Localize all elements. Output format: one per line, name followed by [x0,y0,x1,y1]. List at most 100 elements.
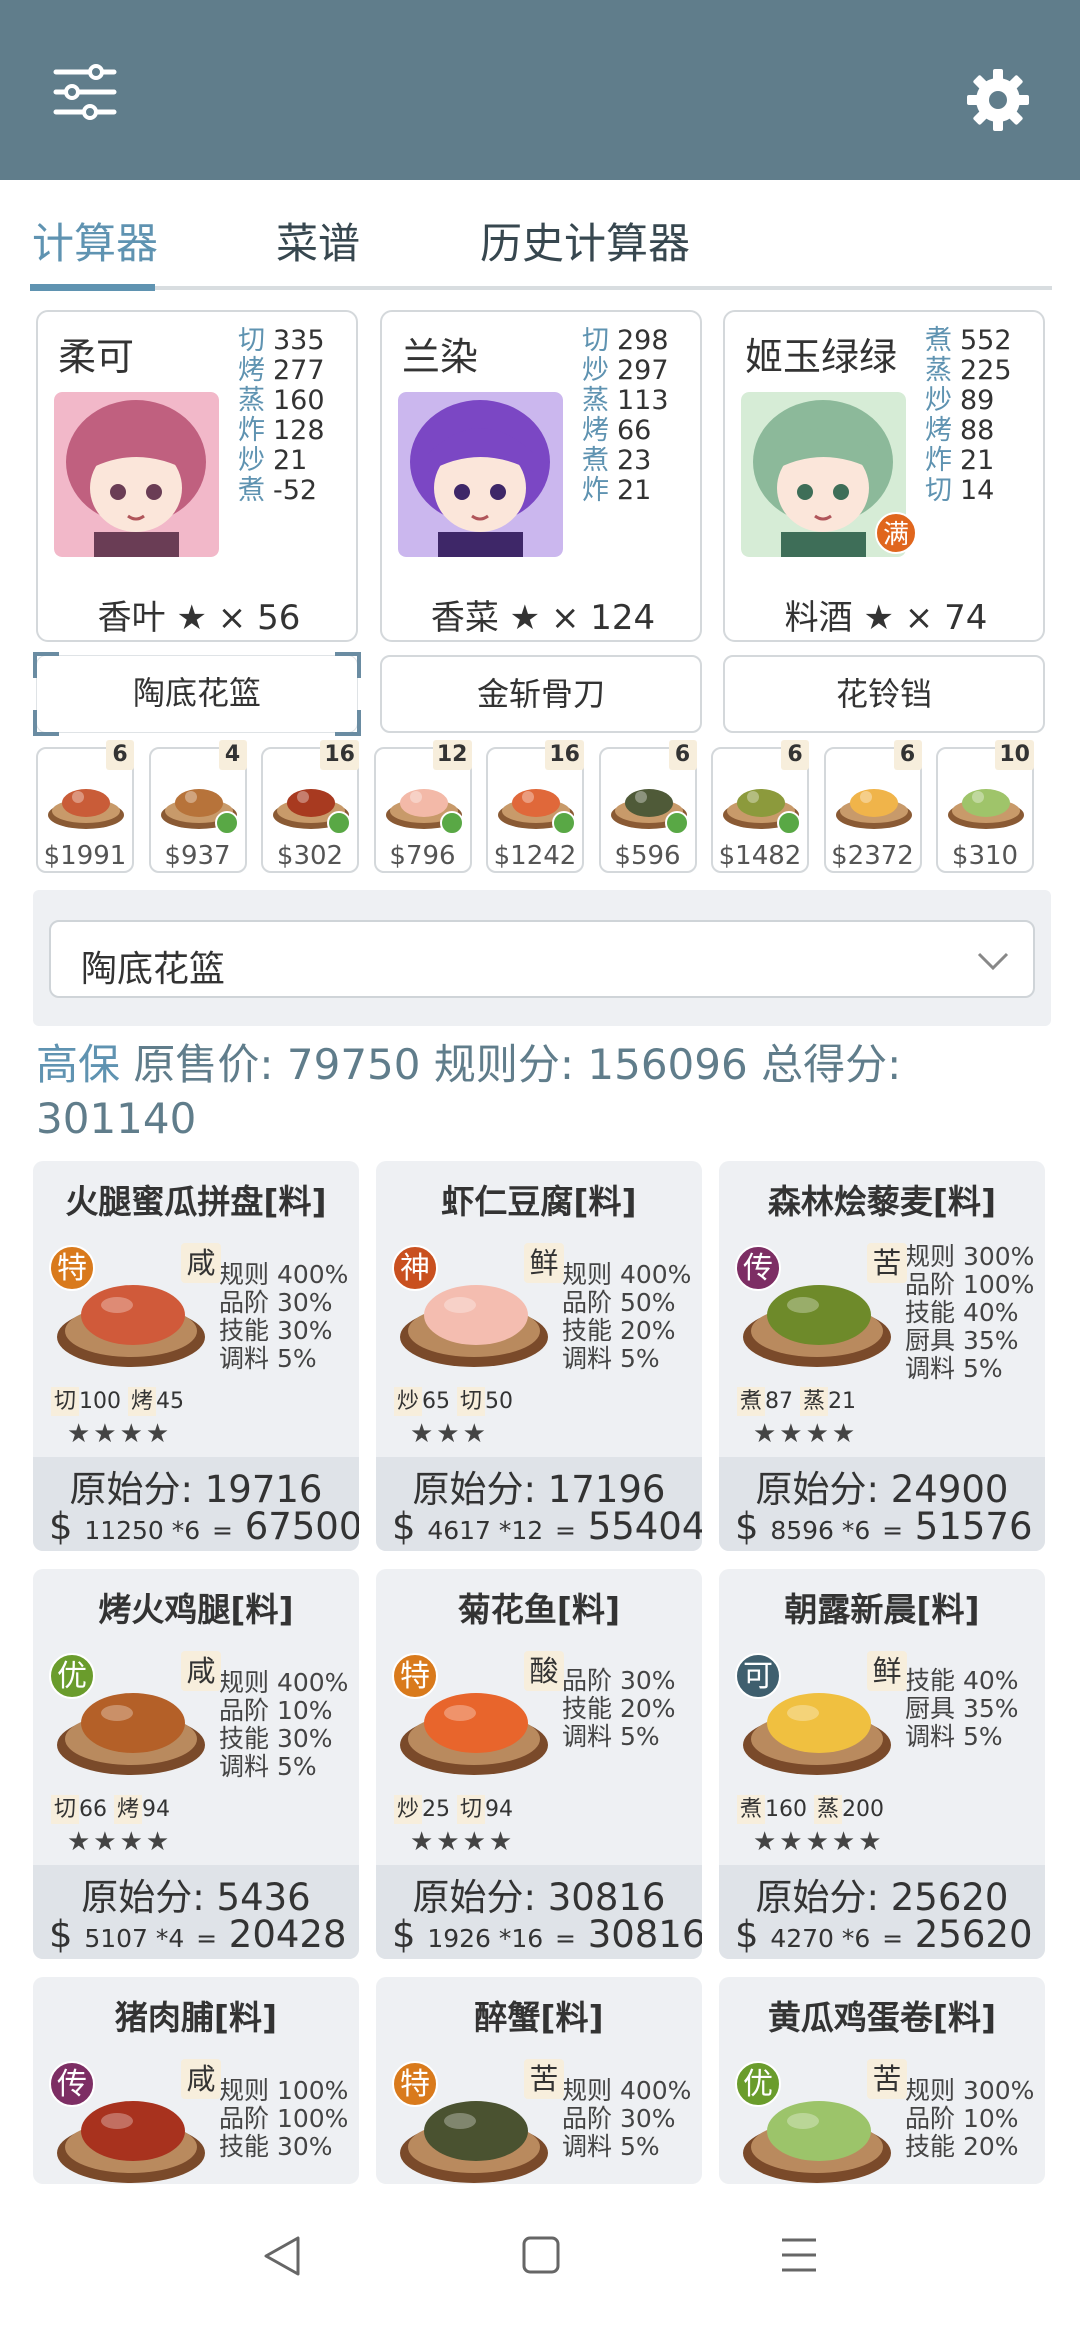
home-icon[interactable] [522,2236,560,2274]
dish-price: $796 [389,841,456,871]
price-calc: $ 5107 *4 = 20428 [49,1913,347,1956]
total-score-value: 301140 [36,1094,197,1143]
recipe-card[interactable]: 火腿蜜瓜拼盘[料] 特咸规则 400% 品阶 30% 技能 30% 调料 5% 切 100… [33,1161,359,1551]
rarity-badge: 优 [49,1653,95,1699]
app-toolbar [0,0,1080,180]
recipe-title: 森林烩藜麦[料] [767,1182,997,1221]
recipe-card[interactable]: 猪肉脯[料] 传咸规则 100% 品阶 100% 技能 30% [33,1977,359,2184]
check-icon [664,811,689,835]
flavor-tag: 咸 [181,1651,221,1691]
chef-name: 姬玉绿绿 [745,335,898,379]
chef-card[interactable]: 兰染 切 298 炒 297 蒸 113 烤 66 煮 23 炸 21 香菜 ★ × 124 [380,310,702,642]
tool-slot-1[interactable]: 陶底花篮 [33,652,361,736]
dish-price: $1991 [43,841,127,871]
selected-dish-card[interactable]: 12 $796 [373,740,472,873]
recipe-bonus: 调料 5% [219,1344,317,1373]
chef-condiment: 料酒 ★ × 74 [784,598,988,638]
skill-name: 切 [925,475,952,506]
recents-menu-icon[interactable] [780,2236,818,2274]
tool-select-panel: 陶底花篮 [33,890,1051,1026]
req-skill: 切 [457,1795,486,1824]
tab-recipes[interactable]: 菜谱 [276,210,360,271]
tab-divider [30,286,1052,290]
req-value: 87 [765,1389,794,1414]
recipe-score-box: 原始分: 19716 $ 11250 *6 = 67500 [33,1457,359,1551]
orig-price-value: 79750 [286,1040,421,1089]
tab-calculator[interactable]: 计算器 [32,210,158,271]
selected-dish-card[interactable]: 6 $596 [598,740,697,873]
recipe-card[interactable]: 朝露新晨[料] 可鲜技能 40% 厨具 35% 调料 5% 煮 160 蒸 200 ★★★… [719,1569,1045,1959]
recipe-bonus: 调料 5% [905,1354,1003,1383]
selected-dish-card[interactable]: 6 $1991 [36,740,134,873]
tool-slot-2[interactable]: 金斩骨刀 [380,655,702,733]
skill-requirements: 切 100 烤 45 [51,1383,184,1416]
recipe-title: 烤火鸡腿[料] [98,1590,294,1629]
selected-dish-card[interactable]: 6 $2372 [823,740,922,873]
flavor-tag: 苦 [867,1243,907,1283]
recipe-total: 25620 [914,1913,1033,1956]
price-calc: $ 4270 *6 = 25620 [735,1913,1033,1956]
dish-count-badge: 4 [218,740,247,770]
selected-dish-card[interactable]: 10 $310 [936,740,1034,873]
dish-price: $937 [164,841,231,871]
rarity-badge: 优 [735,2061,781,2107]
dish-price: $310 [951,841,1019,871]
chef-card[interactable]: 姬玉绿绿 满 煮 552 蒸 225 炒 89 烤 88 炸 21 切 14 料酒 ★ × 7… [723,310,1045,642]
selected-dish-card[interactable]: 6 $1482 [711,740,809,873]
recipe-bonus: 调料 5% [905,1722,1003,1751]
recipe-card[interactable]: 醉蟹[料] 特苦规则 400% 品阶 30% 调料 5% [376,1977,702,2184]
recipe-stars: ★★★★ [410,1827,516,1857]
dish-image [48,789,124,829]
recipe-title: 醉蟹[料] [474,1998,604,2037]
req-skill: 蒸 [800,1387,829,1416]
tab-history-calculator[interactable]: 历史计算器 [480,210,690,271]
recipe-total: 51576 [914,1505,1033,1548]
skill-requirements: 切 66 烤 94 [51,1791,170,1824]
recipe-title: 菊花鱼[料] [457,1590,621,1629]
dish-image [835,789,912,829]
flavor-tag: 苦 [524,2059,564,2099]
recipe-card[interactable]: 烤火鸡腿[料] 优咸规则 400% 品阶 10% 技能 30% 调料 5% 切 66 烤9… [33,1569,359,1959]
dish-count-badge: 6 [668,740,697,770]
tool-dropdown[interactable]: 陶底花篮 [49,920,1035,998]
skill-value: -52 [273,475,318,506]
dish-count-badge: 16 [320,740,359,770]
req-skill: 煮 [737,1387,766,1416]
tool-slot-3[interactable]: 花铃铛 [723,655,1045,733]
check-icon [439,811,464,835]
back-icon[interactable] [262,2234,302,2278]
recipe-card[interactable]: 黄瓜鸡蛋卷[料] 优苦规则 300% 品阶 10% 技能 20% [719,1977,1045,2184]
req-value: 25 [422,1797,451,1822]
skill-name: 炸 [582,475,609,506]
chef-portrait [54,392,219,557]
unit-price: 5107 *4 [84,1924,185,1953]
unit-price: 4617 *12 [427,1516,544,1545]
skill-requirements: 煮 160 蒸 200 [737,1791,884,1824]
tool-label: 花铃铛 [835,675,932,713]
recipe-stars: ★★★★ [753,1419,859,1449]
rarity-badge: 传 [49,2061,95,2107]
recipe-total: 67500 [244,1505,359,1548]
recipe-card[interactable]: 菊花鱼[料] 特酸品阶 30% 技能 20% 调料 5% 炒 25 切 94 ★★★★ 原… [376,1569,702,1959]
selected-dish-card[interactable]: 16 $1242 [486,740,584,873]
tool-label: 陶底花篮 [132,674,261,712]
recipe-card[interactable]: 森林烩藜麦[料] 传苦规则 300% 品阶 100% 技能 40% 厨具 35% 调料 … [719,1161,1045,1551]
price-calc: $ 1926 *16 = 30816 [392,1913,702,1956]
recipe-stars: ★★★ [410,1419,489,1449]
chef-card[interactable]: 柔可 切 335 烤 277 蒸 160 炸 128 炒 21 煮 -52 香叶 ★ × 56 [36,310,358,642]
recipe-card[interactable]: 虾仁豆腐[料] 神鲜规则 400% 品阶 50% 技能 20% 调料 5% 炒 65 切5… [376,1161,702,1551]
settings-gear-icon[interactable] [965,67,1031,133]
dish-count-badge: 6 [781,740,809,770]
chef-portrait [398,392,563,557]
recipe-score-box: 原始分: 24900 $ 8596 *6 = 51576 [719,1457,1045,1551]
skill-requirements: 炒 65 切 50 [394,1383,513,1416]
filter-menu-icon[interactable] [50,62,120,122]
recipe-title: 火腿蜜瓜拼盘[料] [65,1182,327,1221]
selected-dish-card[interactable]: 4 $937 [148,740,247,873]
skill-value: 21 [617,475,652,506]
chef-skill: 煮 -52 [238,468,317,507]
unit-price: 11250 *6 [84,1516,201,1545]
unit-price: 4270 *6 [770,1924,871,1953]
selected-dish-card[interactable]: 16 $302 [261,740,359,873]
skill-value: 14 [960,475,995,506]
